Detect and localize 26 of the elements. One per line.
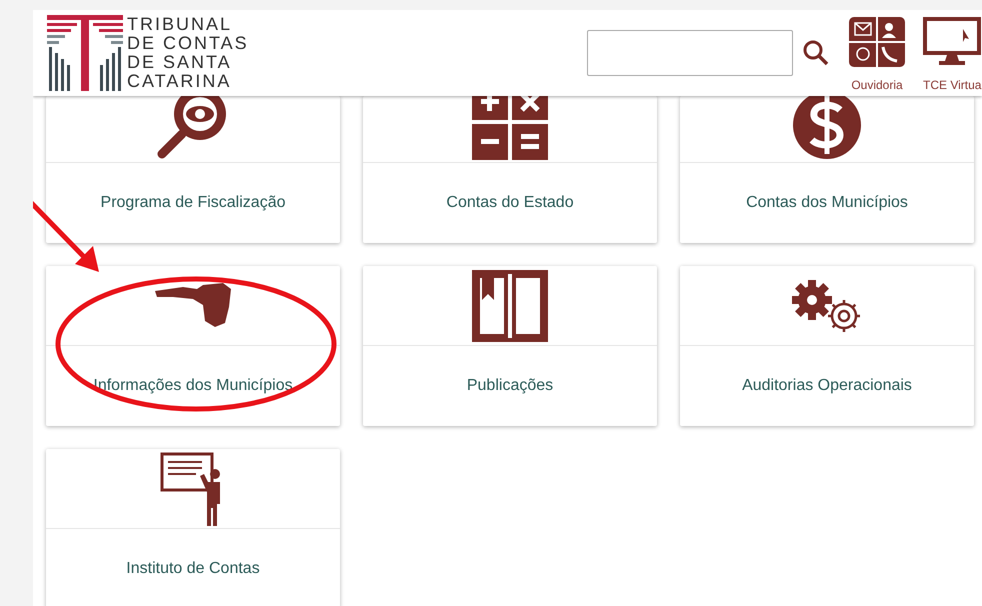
search-field[interactable] bbox=[587, 30, 793, 76]
state-map-icon bbox=[153, 282, 233, 328]
logo-text: CATARINA bbox=[127, 72, 232, 91]
menu-card[interactable]: Contas dos Municípios bbox=[680, 96, 974, 243]
shortcut-label[interactable]: TCE Virtua bbox=[923, 76, 982, 94]
menu-card[interactable]: Contas do Estado bbox=[363, 96, 657, 243]
card-label: Informações dos Municípios bbox=[93, 376, 293, 396]
book-icon bbox=[472, 270, 548, 342]
card-label: Auditorias Operacionais bbox=[742, 376, 912, 396]
menu-card[interactable]: Auditorias Operacionais bbox=[680, 266, 974, 426]
shortcut-label[interactable]: Ouvidoria bbox=[851, 76, 903, 94]
menu-card[interactable]: Publicações bbox=[363, 266, 657, 426]
card-label: Publicações bbox=[466, 376, 554, 396]
search-icon[interactable] bbox=[803, 40, 829, 66]
card-label: Programa de Fiscalização bbox=[100, 193, 286, 213]
logo-text: DE SANTA bbox=[127, 53, 233, 72]
card-label: Contas dos Municípios bbox=[746, 193, 908, 213]
logo-text: DE CONTAS bbox=[127, 34, 249, 53]
logo-text: TRIBUNAL bbox=[127, 15, 234, 34]
card-label: Instituto de Contas bbox=[126, 559, 260, 579]
contact-grid-icon[interactable] bbox=[849, 17, 905, 67]
menu-card[interactable]: Programa de Fiscalização bbox=[46, 96, 340, 243]
menu-card[interactable]: Instituto de Contas bbox=[46, 449, 340, 606]
monitor-icon[interactable] bbox=[923, 17, 982, 67]
menu-card[interactable]: Informações dos Municípios bbox=[46, 266, 340, 426]
card-label: Contas do Estado bbox=[446, 193, 574, 213]
